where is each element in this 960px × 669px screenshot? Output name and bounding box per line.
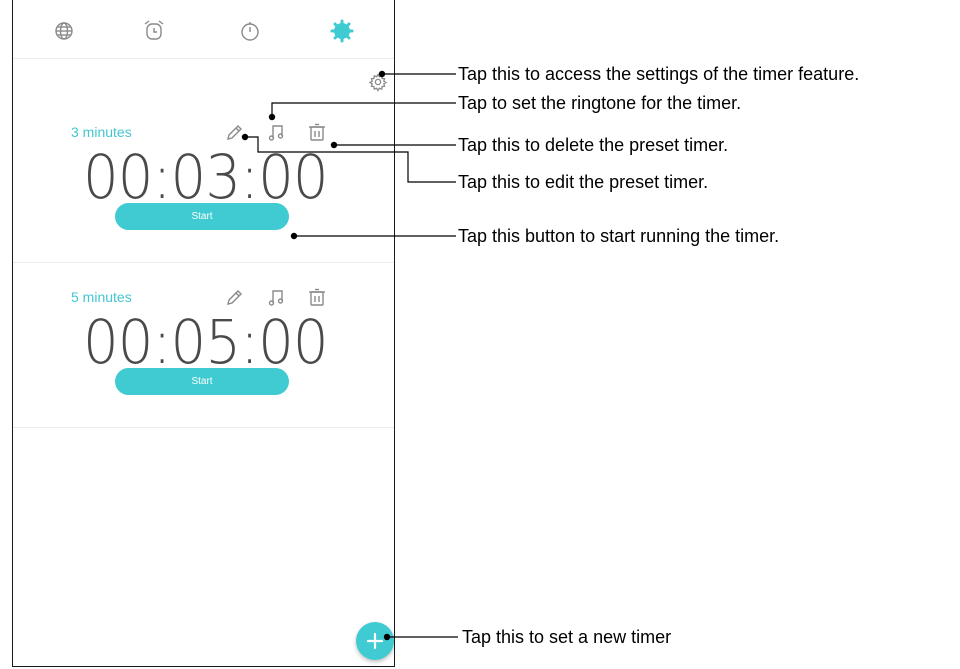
music-note-icon [268, 290, 284, 306]
plus-icon [366, 632, 384, 650]
tab-timer[interactable] [329, 18, 355, 44]
timer-display: 00:03:00 [82, 142, 329, 213]
start-button[interactable]: Start [115, 368, 289, 395]
callout-ringtone: Tap to set the ringtone for the timer. [458, 93, 742, 113]
tab-bar [13, 0, 394, 59]
stopwatch-icon [241, 22, 259, 41]
globe-icon [55, 22, 73, 40]
pencil-icon [227, 125, 242, 140]
timer-name: 3 minutes [71, 124, 132, 140]
edit-timer-button[interactable] [224, 286, 246, 308]
tab-world-clock[interactable] [51, 18, 77, 44]
callout-edit: Tap this to edit the preset timer. [458, 172, 709, 192]
alarm-clock-icon [144, 20, 164, 40]
delete-timer-button[interactable] [306, 286, 328, 308]
tab-stopwatch[interactable] [237, 18, 263, 44]
ringtone-button[interactable] [266, 286, 288, 308]
callout-start: Tap this button to start running the tim… [458, 226, 780, 246]
timer-icon [330, 19, 354, 43]
music-note-icon [268, 125, 284, 141]
timer-display: 00:05:00 [82, 307, 329, 378]
timer-name: 5 minutes [71, 289, 132, 305]
timer-settings-button[interactable] [368, 72, 388, 92]
gear-icon [368, 73, 388, 92]
start-button[interactable]: Start [115, 203, 289, 230]
add-timer-button[interactable] [356, 622, 394, 660]
callout-new-timer: Tap this to set a new timer [462, 627, 672, 647]
callout-settings: Tap this to access the settings of the t… [458, 64, 860, 84]
timer-card: 3 minutes 00:03:00 Start [13, 99, 394, 263]
pencil-icon [227, 290, 242, 305]
callout-delete: Tap this to delete the preset timer. [458, 135, 729, 155]
ringtone-button[interactable] [266, 121, 288, 143]
timer-card: 5 minutes 00:05:00 Start [13, 264, 394, 428]
edit-timer-button[interactable] [224, 121, 246, 143]
trash-icon [309, 123, 325, 141]
tab-alarm[interactable] [141, 18, 167, 44]
phone-screen: 3 minutes 00:03:00 Start 5 minutes 00:05… [12, 0, 395, 667]
delete-timer-button[interactable] [306, 121, 328, 143]
trash-icon [309, 288, 325, 306]
